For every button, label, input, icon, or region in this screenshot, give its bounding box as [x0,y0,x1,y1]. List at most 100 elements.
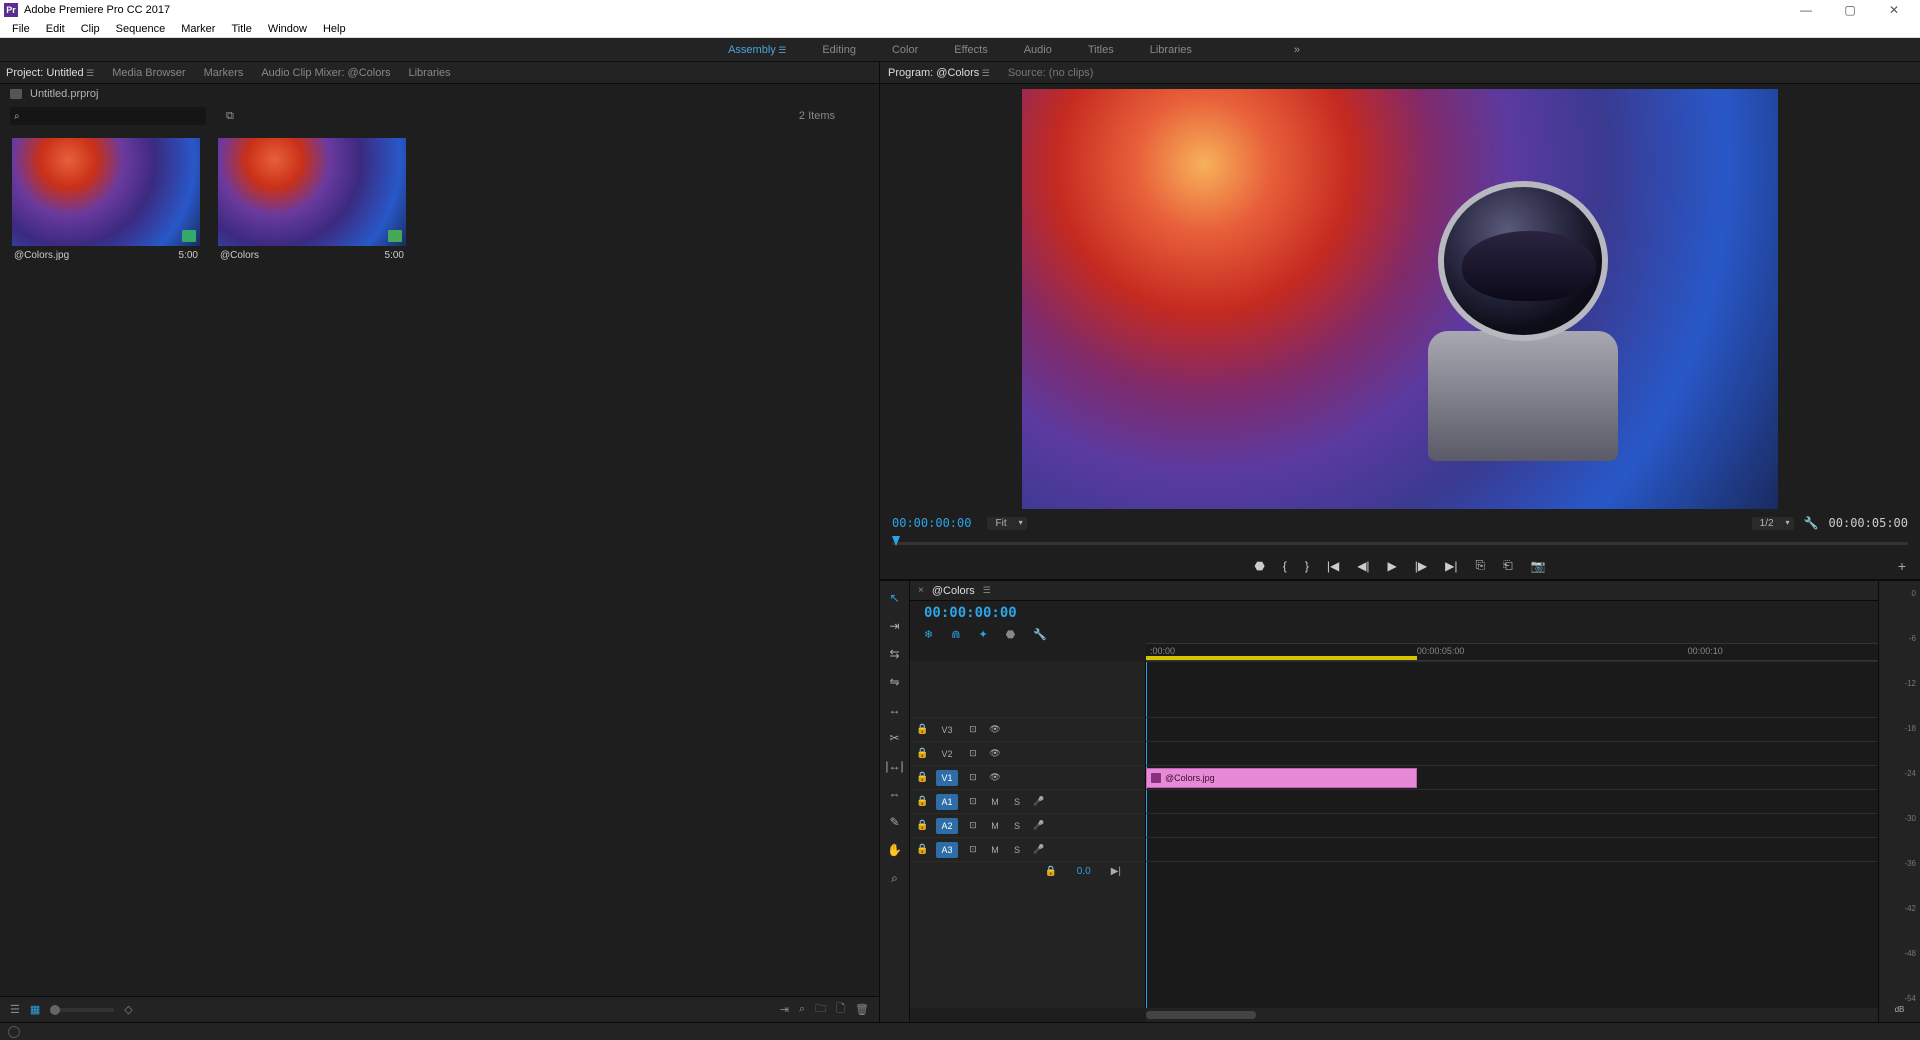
voice-over-icon[interactable]: 🎤 [1032,844,1046,855]
eye-icon[interactable]: 👁 [988,748,1002,759]
pen-tool[interactable]: ✎ [889,815,899,829]
mark-out-button[interactable]: } [1305,559,1309,573]
sync-lock-icon[interactable]: ⊡ [966,724,980,735]
eye-icon[interactable]: 👁 [988,772,1002,783]
workspace-audio[interactable]: Audio [1024,44,1052,56]
track-header-a3[interactable]: 🔒A3⊡MS🎤 [910,837,1145,861]
lock-icon[interactable]: 🔒 [916,724,928,735]
track-header-v2[interactable]: 🔒V2⊡👁 [910,741,1145,765]
lock-icon[interactable]: 🔒 [916,772,928,783]
sync-lock-icon[interactable]: ⊡ [966,796,980,807]
workspace-effects[interactable]: Effects [954,44,987,56]
menu-title[interactable]: Title [223,23,259,35]
icon-view-button[interactable]: ▦ [30,1003,40,1016]
track-v3[interactable] [1146,717,1878,741]
program-canvas[interactable] [1022,89,1778,509]
timeline-marker-icon[interactable]: ⬣ [1006,628,1016,641]
ripple-edit-tool[interactable]: ⇆ [889,647,899,661]
workspace-titles[interactable]: Titles [1088,44,1114,56]
timeline-settings-icon[interactable]: 🔧 [1033,628,1047,641]
tab-source[interactable]: Source: (no clips) [1008,67,1094,79]
lock-icon[interactable]: 🔒 [916,796,928,807]
track-a3[interactable] [1146,837,1878,861]
workspace-color[interactable]: Color [892,44,918,56]
voice-over-icon[interactable]: 🎤 [1032,796,1046,807]
tab-libraries[interactable]: Libraries [408,67,450,79]
workspace-editing[interactable]: Editing [822,44,856,56]
master-out-icon[interactable]: ▶| [1111,866,1121,877]
find-button[interactable]: ⌕ [799,1003,805,1016]
timeline-ruler[interactable]: :00:00 00:00:05:00 00:00:10 [1146,643,1878,661]
delete-button[interactable]: 🗑 [855,1003,869,1016]
menu-edit[interactable]: Edit [38,23,73,35]
track-header-a1[interactable]: 🔒A1⊡MS🎤 [910,789,1145,813]
mute-button[interactable]: M [988,845,1002,855]
add-marker-toggle[interactable]: ✦ [978,628,987,641]
add-marker-button[interactable]: ⬣ [1254,559,1264,573]
slide-tool[interactable]: ⇔ [889,787,901,801]
close-sequence-button[interactable]: × [918,585,924,596]
selection-tool[interactable]: ↖ [889,591,899,605]
tab-markers[interactable]: Markers [204,67,244,79]
slip-tool[interactable]: |↔| [885,759,903,773]
lock-icon[interactable]: 🔒 [916,748,928,759]
eye-icon[interactable]: 👁 [988,724,1002,735]
play-button[interactable]: ▶ [1388,559,1397,573]
mute-button[interactable]: M [988,821,1002,831]
menu-file[interactable]: File [4,23,38,35]
lock-icon[interactable]: 🔒 [916,844,928,855]
master-pan[interactable]: 0.0 [1077,866,1091,877]
automate-button[interactable]: ⇥ [780,1003,789,1016]
track-a1[interactable] [1146,789,1878,813]
menu-window[interactable]: Window [260,23,315,35]
linked-selection-toggle[interactable]: ⋒ [951,628,960,641]
tab-media-browser[interactable]: Media Browser [112,67,185,79]
lock-icon[interactable]: 🔒 [916,820,928,831]
tab-program[interactable]: Program: @Colors [888,67,990,79]
track-v2[interactable] [1146,741,1878,765]
voice-over-icon[interactable]: 🎤 [1032,820,1046,831]
sync-lock-icon[interactable]: ⊡ [966,748,980,759]
mute-button[interactable]: M [988,797,1002,807]
work-area-bar[interactable] [1146,656,1417,660]
workspace-overflow-icon[interactable]: » [1294,44,1300,56]
zoom-tool[interactable]: ⌕ [891,871,898,886]
mark-in-button[interactable]: { [1283,559,1287,573]
program-zoom-dropdown[interactable]: 1/2 [1752,517,1794,530]
razor-tool[interactable]: ✂ [889,731,899,745]
thumbnail-size-slider[interactable] [50,1008,114,1012]
program-scrub-bar[interactable] [880,534,1920,552]
project-item[interactable]: @Colors.jpg 5:00 [12,138,200,986]
rate-stretch-tool[interactable]: ↔ [889,703,901,717]
new-bin-button[interactable]: 🗀 [815,1000,826,1019]
track-header-a2[interactable]: 🔒A2⊡MS🎤 [910,813,1145,837]
menu-clip[interactable]: Clip [73,23,108,35]
track-v1[interactable]: @Colors.jpg [1146,765,1878,789]
menu-sequence[interactable]: Sequence [108,23,174,35]
button-editor-icon[interactable]: + [1898,558,1906,574]
track-a2[interactable] [1146,813,1878,837]
step-back-button[interactable]: ◀| [1357,559,1369,573]
project-item[interactable]: @Colors 5:00 [218,138,406,986]
workspace-assembly[interactable]: Assembly [728,44,786,56]
sequence-menu-icon[interactable]: ☰ [983,585,991,596]
export-frame-button[interactable]: 📷 [1531,559,1546,573]
timeline-zoom-scrollbar[interactable] [1146,1008,1878,1022]
project-search-input[interactable]: ⌕ [10,107,206,125]
program-fit-dropdown[interactable]: Fit [987,517,1026,530]
tab-project[interactable]: Project: Untitled [6,67,94,79]
menu-marker[interactable]: Marker [173,23,223,35]
timeline-clip[interactable]: @Colors.jpg [1146,768,1417,788]
track-header-v1[interactable]: 🔒V1⊡👁 [910,765,1145,789]
tab-audio-mixer[interactable]: Audio Clip Mixer: @Colors [261,67,390,79]
solo-button[interactable]: S [1010,797,1024,807]
rolling-edit-tool[interactable]: ⇋ [889,675,899,689]
hand-tool[interactable]: ✋ [887,843,902,857]
sync-lock-icon[interactable]: ⊡ [966,772,980,783]
sync-lock-icon[interactable]: ⊡ [966,844,980,855]
track-master[interactable] [1146,861,1878,881]
workspace-libraries[interactable]: Libraries [1150,44,1192,56]
lock-icon[interactable]: 🔒 [1045,866,1057,877]
track-select-tool[interactable]: ⇥ [889,619,899,633]
solo-button[interactable]: S [1010,845,1024,855]
